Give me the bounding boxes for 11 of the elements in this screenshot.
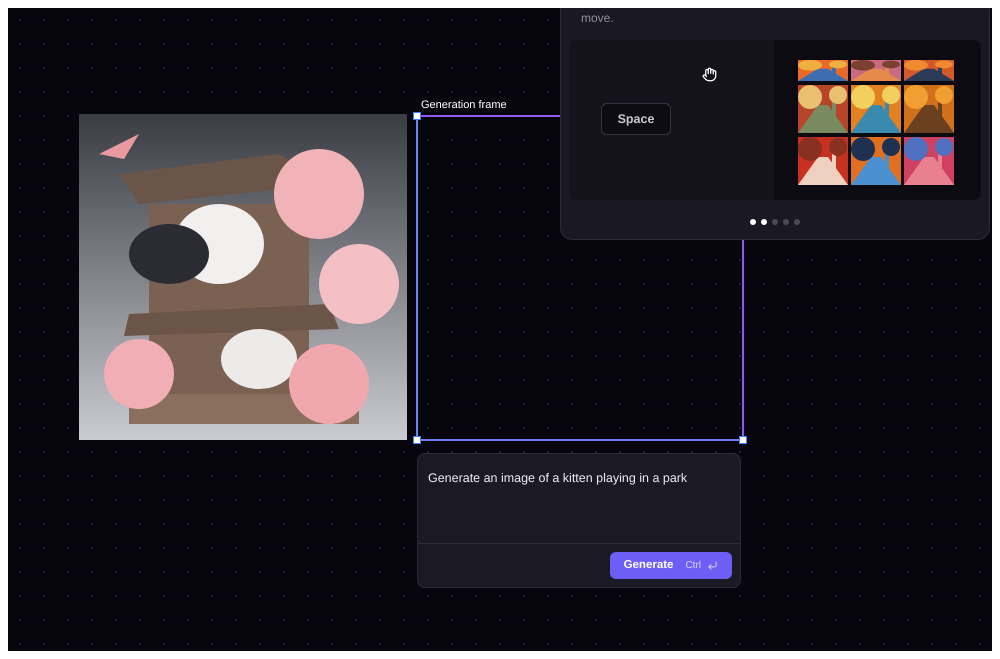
space-key: Space: [601, 103, 671, 135]
enter-key-icon: [707, 560, 718, 571]
generate-button[interactable]: Generate Ctrl: [610, 552, 732, 579]
hand-icon: [702, 67, 717, 82]
tip-text: move.: [581, 11, 615, 25]
shortcut-label: Ctrl: [685, 559, 701, 573]
resize-handle[interactable]: [413, 436, 421, 444]
resize-handle[interactable]: [413, 112, 421, 120]
frame-label: Generation frame: [421, 98, 507, 113]
resize-handle[interactable]: [739, 436, 747, 444]
prompt-field[interactable]: Generate an image of a kitten playing in a park: [428, 471, 688, 485]
